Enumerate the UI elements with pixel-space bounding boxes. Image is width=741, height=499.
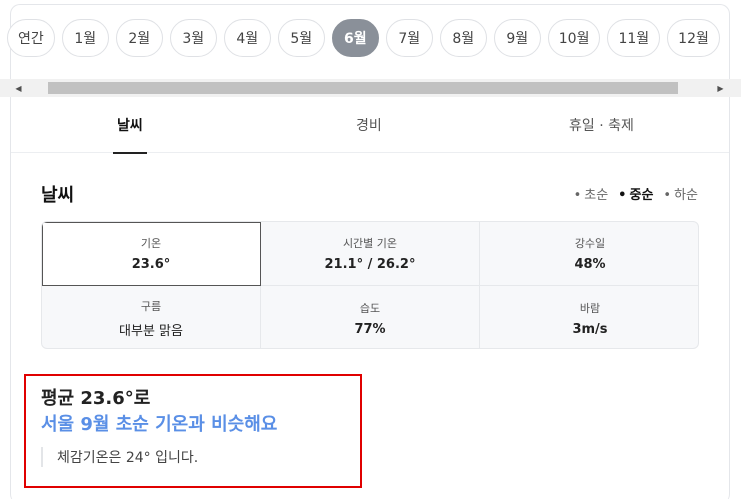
period-late[interactable]: • 하순 [663,184,698,203]
stat-value: 21.1° / 26.2° [324,257,416,272]
weather-stats-grid: 기온 23.6° 시간별 기온 21.1° / 26.2° 강수일 48% 구름… [41,221,699,349]
tab-weather[interactable]: 날씨 [113,97,147,154]
tab-holidays-festivals[interactable]: 휴일 · 축제 [569,97,634,153]
stat-cloud[interactable]: 구름 대부분 맑음 [42,286,261,348]
month-chip-aug[interactable]: 8월 [439,19,487,57]
month-selector: 연간 1월 2월 3월 4월 5월 6월 7월 8월 9월 10월 11월 12… [7,19,720,57]
stat-precipitation-days[interactable]: 강수일 48% [480,222,698,286]
month-chip-dec[interactable]: 12월 [667,19,720,57]
stat-value: 77% [354,321,386,337]
summary-comparison: 서울 9월 초순 기온과 비슷해요 [41,414,278,435]
stat-value: 대부분 맑음 [119,323,183,339]
stat-label: 강수일 [574,237,606,250]
stat-value: 48% [574,257,606,272]
month-chip-mar[interactable]: 3월 [169,19,217,57]
period-selector: • 초순 • 중순 • 하순 [574,184,698,203]
section-title: 날씨 [41,185,75,206]
scroll-left-arrow-icon[interactable]: ◀ [10,79,27,97]
month-chip-jan[interactable]: 1월 [61,19,109,57]
stat-humidity[interactable]: 습도 77% [261,286,480,348]
month-chip-sep[interactable]: 9월 [493,19,541,57]
tab-expenses[interactable]: 경비 [356,97,382,153]
month-chip-nov[interactable]: 11월 [607,19,661,57]
stat-label: 기온 [140,237,162,250]
stat-hourly-temperature[interactable]: 시간별 기온 21.1° / 26.2° [261,222,480,286]
stat-value: 23.6° [131,257,171,272]
period-mid[interactable]: • 중순 [618,184,653,203]
stat-label: 바람 [579,301,601,315]
category-tabs: 날씨 경비 휴일 · 축제 [11,97,729,154]
stat-label: 습도 [359,301,381,315]
month-chip-feb[interactable]: 2월 [115,19,163,57]
scroll-right-arrow-icon[interactable]: ▶ [712,79,729,97]
stat-wind[interactable]: 바람 3m/s [480,286,698,348]
stat-label: 구름 [140,299,162,313]
month-chip-apr[interactable]: 4월 [223,19,271,57]
period-early[interactable]: • 초순 [574,184,609,203]
scrollbar-thumb[interactable] [48,82,678,94]
summary-feels-like: 체감기온은 24° 입니다. [41,447,198,467]
month-chip-jun[interactable]: 6월 [331,19,379,57]
stat-label: 시간별 기온 [342,237,398,250]
month-chip-oct[interactable]: 10월 [547,19,601,57]
horizontal-scrollbar[interactable]: ◀ ▶ [0,79,741,97]
month-chip-annual[interactable]: 연간 [7,19,55,57]
summary-average-temp: 평균 23.6°로 [41,388,151,409]
month-chip-may[interactable]: 5월 [277,19,325,57]
month-chip-jul[interactable]: 7월 [385,19,433,57]
stat-temperature[interactable]: 기온 23.6° [42,222,261,286]
stat-value: 3m/s [572,321,608,337]
